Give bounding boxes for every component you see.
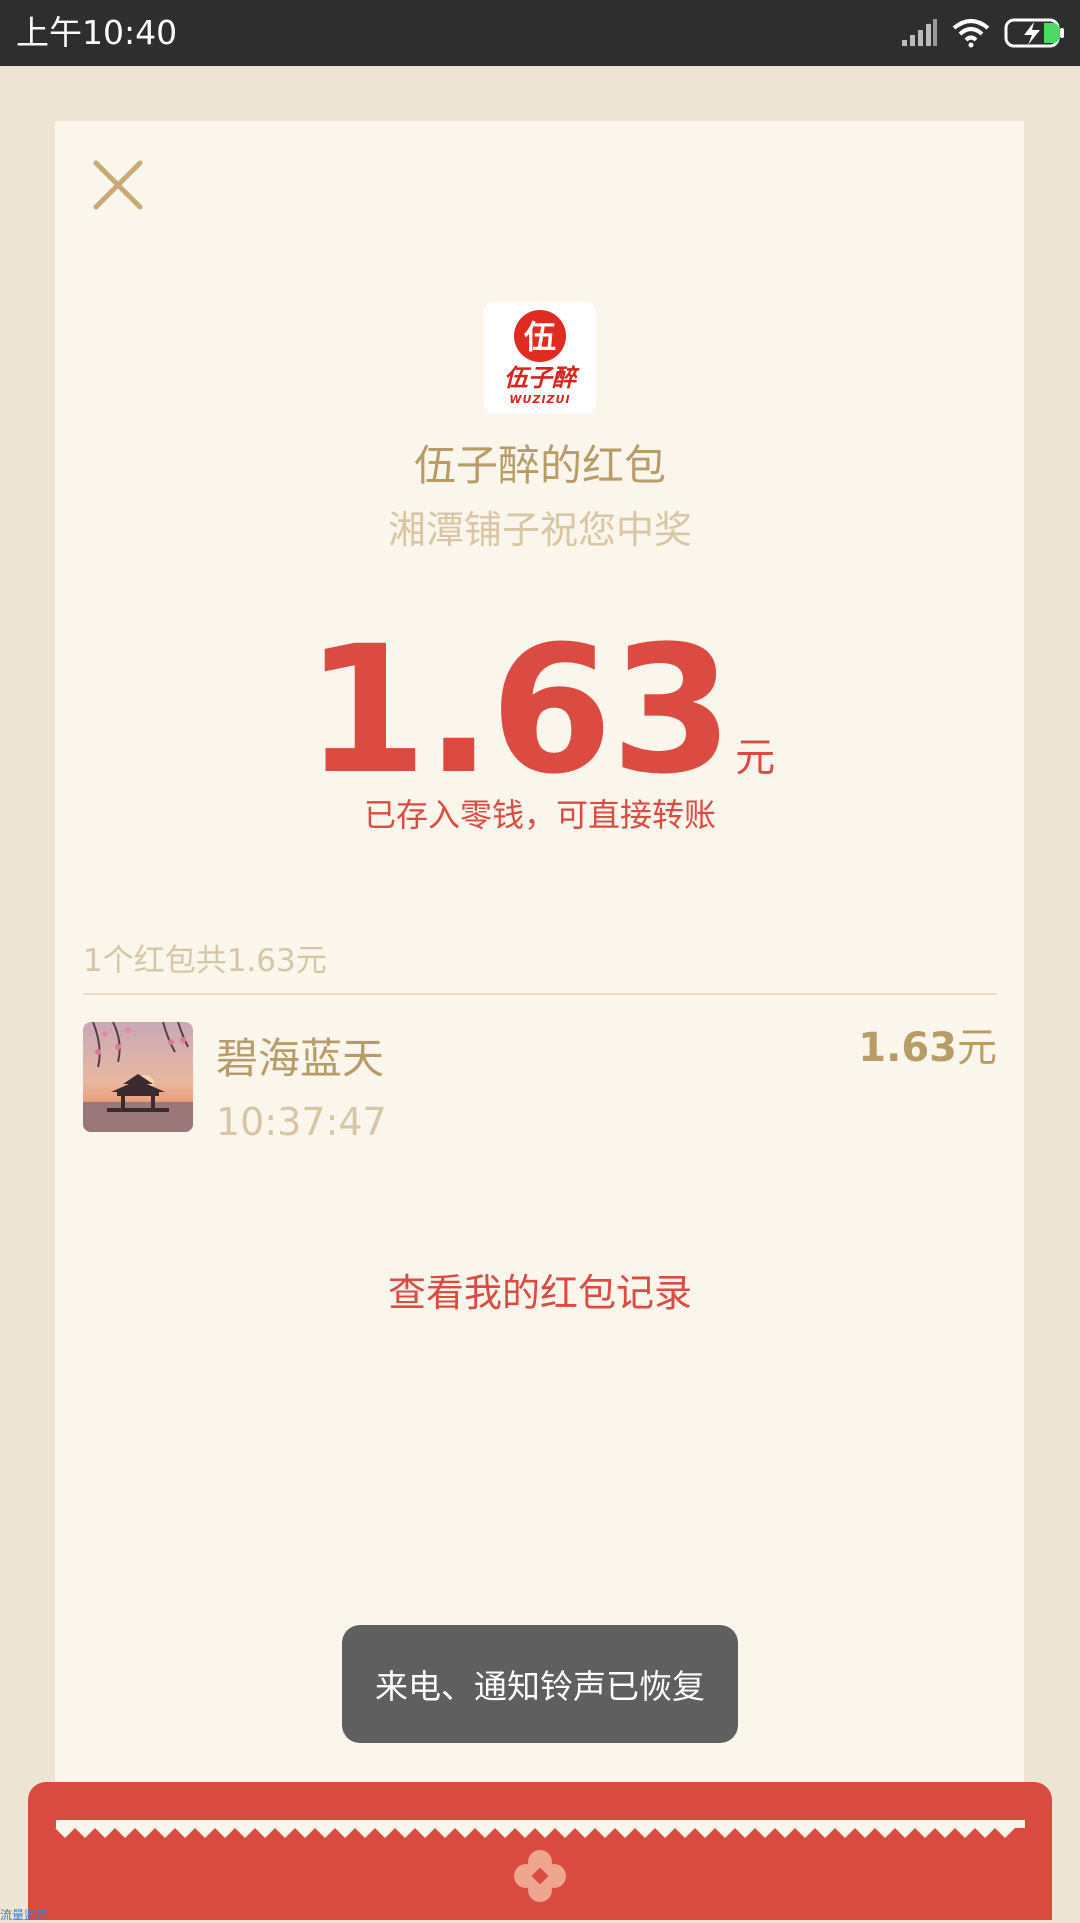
svg-text:WUZIZUI: WUZIZUI bbox=[509, 393, 570, 406]
brand-logo: 伍 伍子醉 WUZIZUI bbox=[484, 302, 596, 414]
status-time: 上午10:40 bbox=[16, 13, 178, 52]
wifi-icon bbox=[952, 19, 990, 48]
view-history-link[interactable]: 查看我的红包记录 bbox=[0, 1262, 1080, 1317]
avatar[interactable] bbox=[83, 1022, 193, 1132]
divider bbox=[83, 993, 997, 995]
pavilion-avatar-image bbox=[83, 1022, 193, 1132]
status-icons bbox=[900, 14, 1066, 52]
recipient-name: 碧海蓝天 bbox=[216, 1034, 385, 1083]
signal-icon bbox=[902, 19, 937, 46]
recipient-amount-unit: 元 bbox=[957, 1025, 997, 1071]
svg-text:伍子醉: 伍子醉 bbox=[504, 364, 580, 392]
battery-charging-icon bbox=[1004, 18, 1064, 48]
corner-overlay-text: 流量监控 bbox=[0, 1908, 49, 1922]
amount-value: 1.63 bbox=[304, 608, 733, 813]
svg-text:伍: 伍 bbox=[524, 318, 556, 356]
recipient-time: 10:37:47 bbox=[216, 1100, 387, 1144]
saved-to-wallet-note[interactable]: 已存入零钱，可直接转账 bbox=[0, 790, 1080, 836]
flower-emblem-icon bbox=[514, 1850, 566, 1902]
recipient-amount: 1.63元 bbox=[858, 1015, 997, 1073]
brand-logo-graphic: 伍 伍子醉 WUZIZUI bbox=[504, 310, 580, 406]
packet-amount: 1.63 元 bbox=[0, 608, 1080, 813]
recipient-amount-value: 1.63 bbox=[858, 1025, 957, 1071]
packet-title: 伍子醉的红包 bbox=[413, 441, 666, 490]
packet-wish: 湘潭铺子祝您中奖 bbox=[387, 508, 692, 552]
zigzag-edge bbox=[55, 1820, 1025, 1838]
status-bar: 上午10:40 bbox=[0, 0, 1080, 66]
amount-unit: 元 bbox=[735, 735, 776, 781]
toast-message: 来电、通知铃声已恢复 bbox=[375, 1667, 705, 1706]
close-icon[interactable] bbox=[88, 155, 148, 215]
packet-summary: 1个红包共1.63元 bbox=[83, 943, 327, 979]
toast-notification: 来电、通知铃声已恢复 bbox=[342, 1625, 738, 1743]
